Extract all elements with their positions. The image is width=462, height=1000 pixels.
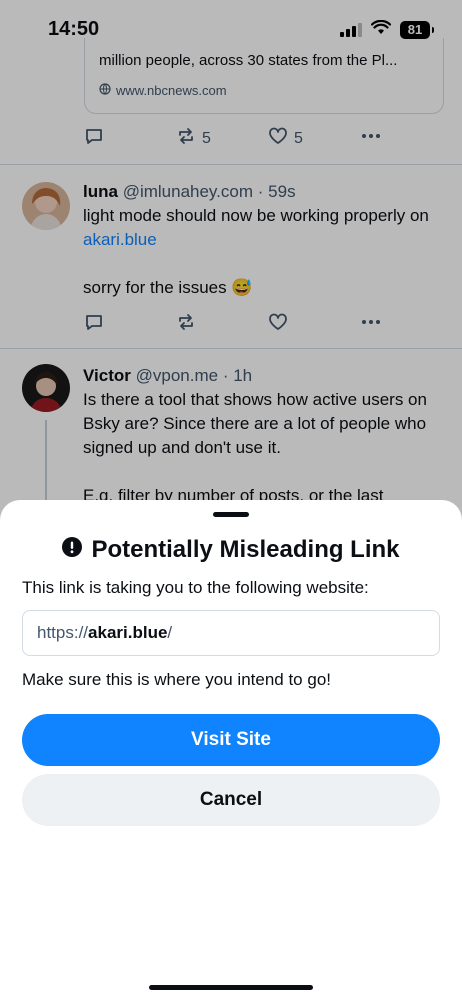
sheet-description: This link is taking you to the following… bbox=[22, 578, 369, 597]
destination-url-box: https://akari.blue / bbox=[22, 610, 440, 656]
visit-site-button[interactable]: Visit Site bbox=[22, 714, 440, 766]
sheet-note: Make sure this is where you intend to go… bbox=[22, 670, 331, 689]
home-indicator bbox=[149, 985, 313, 990]
sheet-title: Potentially Misleading Link bbox=[0, 536, 462, 564]
url-suffix: / bbox=[167, 623, 173, 642]
sheet-title-text: Potentially Misleading Link bbox=[91, 536, 400, 563]
sheet-drag-handle[interactable] bbox=[213, 512, 249, 517]
misleading-link-sheet: Potentially Misleading Link This link is… bbox=[0, 500, 462, 1000]
cancel-button[interactable]: Cancel bbox=[22, 774, 440, 826]
warning-icon bbox=[62, 536, 83, 564]
url-host: akari.blue bbox=[88, 623, 168, 642]
url-prefix: https:// bbox=[37, 623, 89, 642]
